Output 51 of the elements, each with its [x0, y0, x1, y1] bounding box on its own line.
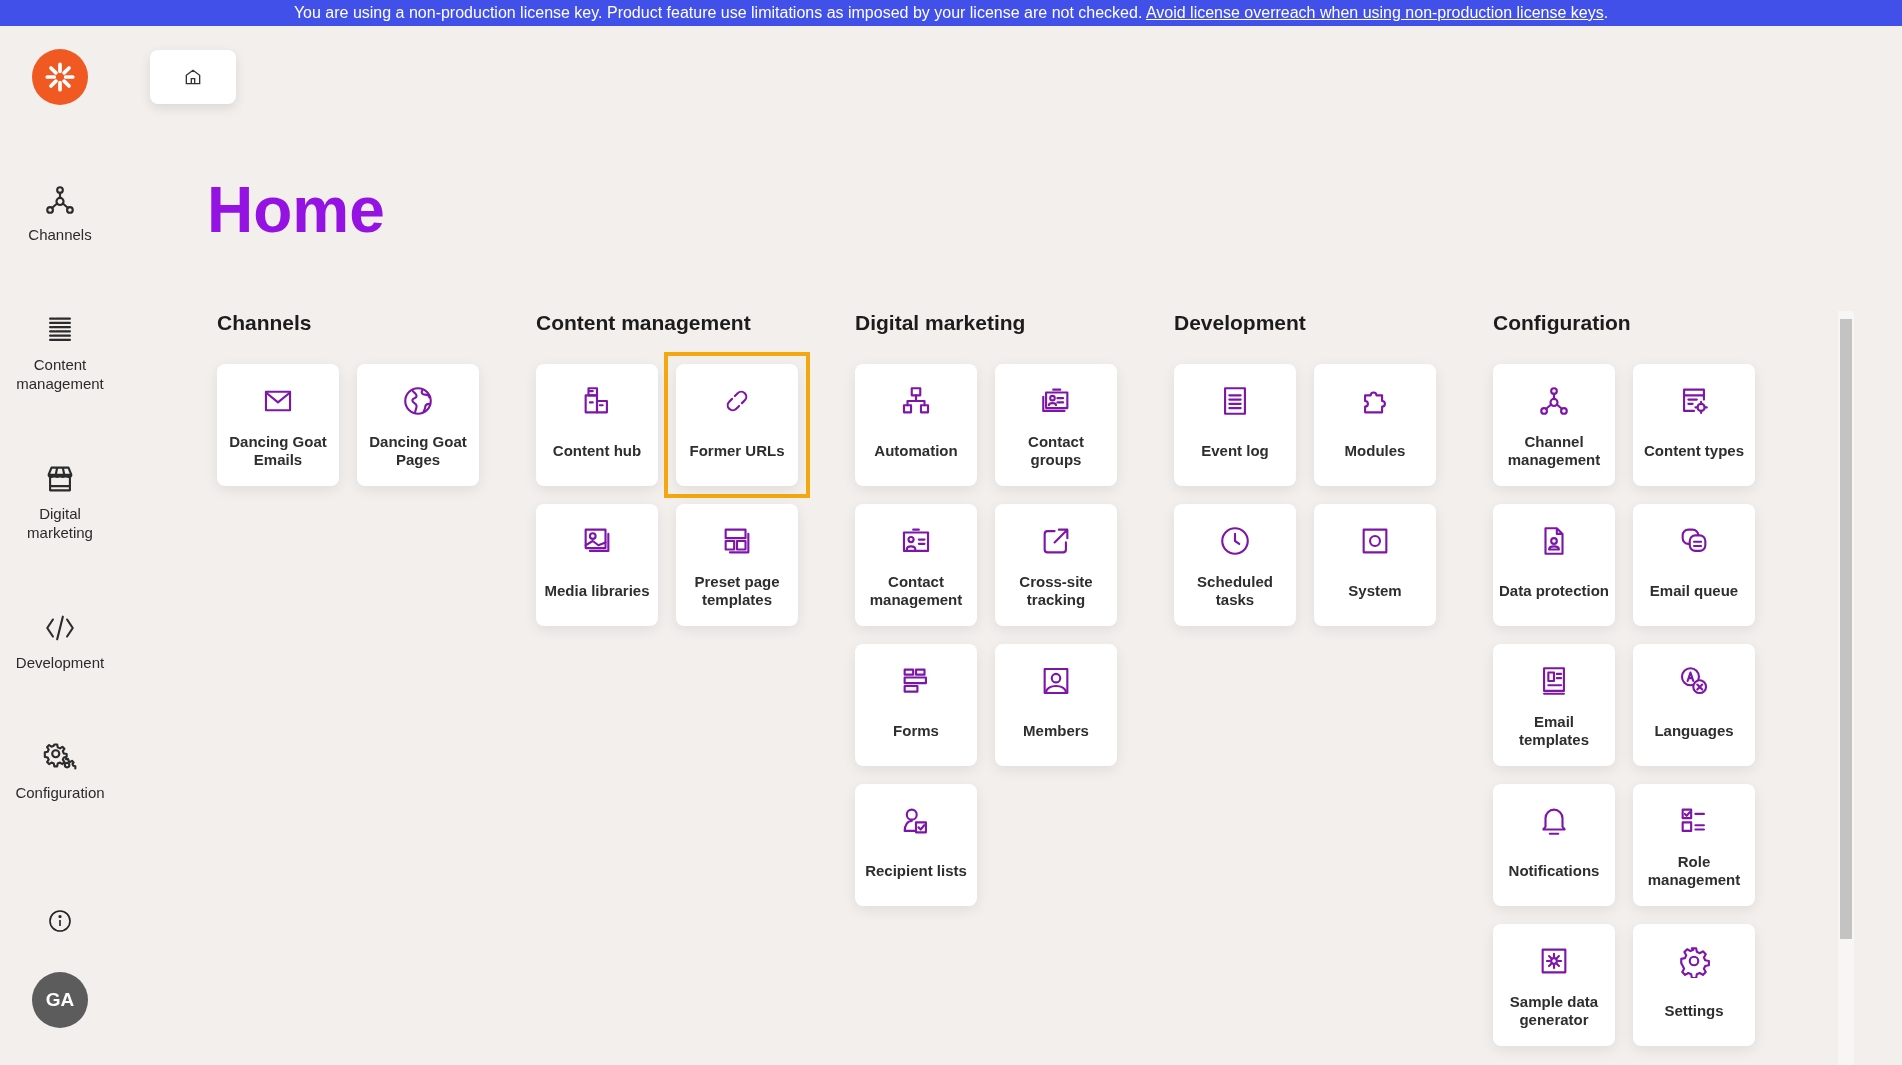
- app-tile[interactable]: Email templates: [1493, 644, 1615, 766]
- sidebar-item[interactable]: Digital marketing: [2, 462, 118, 542]
- section-heading: Digital marketing: [855, 311, 1026, 335]
- app-tile[interactable]: Media libraries: [536, 504, 658, 626]
- scrollbar[interactable]: [1838, 311, 1854, 1065]
- page-title: Home: [207, 178, 385, 242]
- app-tile[interactable]: Sample data generator: [1493, 924, 1615, 1046]
- app-tile[interactable]: Event log: [1174, 364, 1296, 486]
- info-icon[interactable]: [48, 909, 72, 933]
- app-tile[interactable]: Cross-site tracking: [995, 504, 1117, 626]
- app-tile[interactable]: Former URLs: [676, 364, 798, 486]
- app-tile[interactable]: Contact groups: [995, 364, 1117, 486]
- app-tile[interactable]: Forms: [855, 644, 977, 766]
- section-heading: Configuration: [1493, 311, 1631, 335]
- app-tile[interactable]: Settings: [1633, 924, 1755, 1046]
- settings-icon: [1677, 944, 1711, 978]
- sidebar-item[interactable]: Channels: [2, 183, 118, 244]
- section-heading: Development: [1174, 311, 1306, 335]
- user-avatar[interactable]: GA: [32, 972, 88, 1028]
- app-tile[interactable]: Recipient lists: [855, 784, 977, 906]
- sidebar-item[interactable]: Content management: [2, 313, 118, 393]
- network-icon: [1537, 384, 1571, 418]
- app-tile[interactable]: Email queue: [1633, 504, 1755, 626]
- clock-icon: [1218, 524, 1252, 558]
- license-link[interactable]: Avoid license overreach when using non-production license keys: [1145, 4, 1604, 21]
- app-tile[interactable]: Data protection: [1493, 504, 1615, 626]
- sidebar-item[interactable]: Development: [2, 611, 118, 672]
- logo-icon[interactable]: [32, 49, 88, 105]
- sidebar-item[interactable]: Configuration: [2, 741, 118, 802]
- app-tile[interactable]: Content hub: [536, 364, 658, 486]
- app-tile[interactable]: Dancing Goat Pages: [357, 364, 479, 486]
- license-notice: You are using a non-production license key. Product feature use limitations as imposed by your license are not checked. Avoid license overreach when using non-production license keys.: [293, 3, 1609, 23]
- app-tile[interactable]: Modules: [1314, 364, 1436, 486]
- home-icon: [183, 67, 203, 87]
- network-icon: [43, 183, 77, 217]
- app-tile[interactable]: Members: [995, 644, 1117, 766]
- app-tile[interactable]: Automation: [855, 364, 977, 486]
- app-tile[interactable]: Dancing Goat Emails: [217, 364, 339, 486]
- app-tile[interactable]: Scheduled tasks: [1174, 504, 1296, 626]
- app-tile[interactable]: Notifications: [1493, 784, 1615, 906]
- app-tile[interactable]: System: [1314, 504, 1436, 626]
- globe-icon: [401, 384, 435, 418]
- home-button[interactable]: [150, 50, 236, 104]
- app-tile[interactable]: Channel management: [1493, 364, 1615, 486]
- app-tile[interactable]: Role management: [1633, 784, 1755, 906]
- app-tile[interactable]: Contact management: [855, 504, 977, 626]
- app-tile[interactable]: Languages: [1633, 644, 1755, 766]
- section-heading: Content management: [536, 311, 751, 335]
- app-tile[interactable]: Content types: [1633, 364, 1755, 486]
- section-heading: Channels: [217, 311, 312, 335]
- app-tile[interactable]: Preset page templates: [676, 504, 798, 626]
